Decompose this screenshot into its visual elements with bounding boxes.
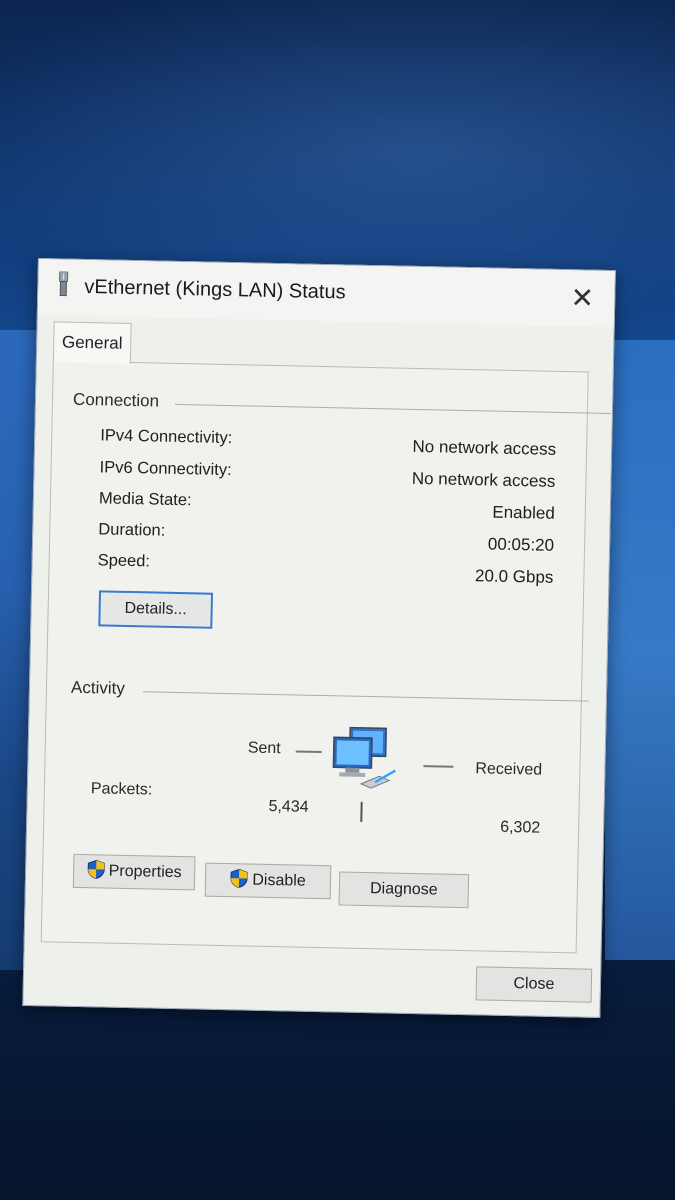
connection-divider	[174, 403, 611, 415]
speed-label: Speed:	[97, 551, 151, 571]
tab-panel-general: Connection IPv4 Connectivity: No network…	[40, 360, 611, 954]
ipv4-label: IPv4 Connectivity:	[100, 426, 233, 448]
packets-sent-value: 5,434	[268, 797, 309, 816]
desktop-light-right	[605, 340, 675, 960]
tab-general[interactable]: General	[52, 321, 132, 364]
media-state-label: Media State:	[98, 489, 192, 510]
window-title: vEthernet (Kings LAN) Status	[84, 275, 346, 304]
diagnose-button[interactable]: Diagnose	[338, 871, 470, 909]
uac-shield-icon	[87, 859, 105, 879]
duration-label: Duration:	[98, 520, 166, 540]
sent-dash	[295, 750, 322, 754]
close-icon[interactable]: ✕	[566, 282, 599, 315]
media-state-value: Enabled	[492, 502, 555, 523]
packets-received-value: 6,302	[500, 818, 541, 837]
uac-shield-icon	[230, 868, 248, 888]
ipv6-value: No network access	[411, 468, 556, 491]
network-adapter-icon	[59, 271, 69, 297]
activity-divider-line	[360, 801, 363, 822]
duration-value: 00:05:20	[487, 534, 555, 555]
properties-label: Properties	[108, 862, 182, 882]
disable-button[interactable]: Disable	[204, 862, 332, 900]
close-button[interactable]: Close	[475, 966, 593, 1003]
sent-label: Sent	[247, 739, 281, 758]
connection-group-label: Connection	[72, 389, 160, 411]
activity-group-label: Activity	[70, 677, 126, 698]
ipv6-label: IPv6 Connectivity:	[99, 458, 232, 480]
speed-value: 20.0 Gbps	[474, 566, 554, 587]
disable-label: Disable	[252, 871, 306, 890]
details-button[interactable]: Details...	[98, 590, 214, 629]
title-bar[interactable]: vEthernet (Kings LAN) Status ✕	[37, 259, 615, 328]
received-label: Received	[475, 760, 543, 779]
received-dash	[423, 765, 454, 768]
network-computers-icon	[332, 726, 396, 789]
properties-button[interactable]: Properties	[72, 853, 196, 891]
status-dialog: vEthernet (Kings LAN) Status ✕ General C…	[22, 258, 616, 1018]
packets-label: Packets:	[90, 780, 153, 799]
ipv4-value: No network access	[412, 436, 557, 459]
activity-divider	[142, 691, 589, 702]
